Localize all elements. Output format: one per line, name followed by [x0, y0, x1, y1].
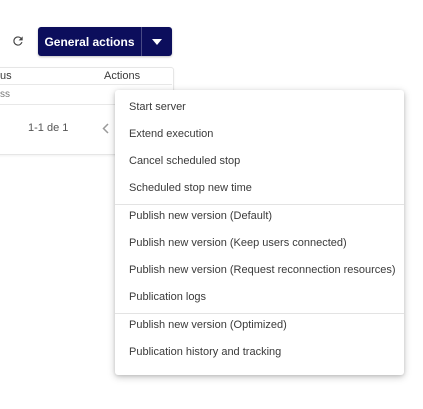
page: General actions us Actions ss 1-1 de 1 S…: [0, 0, 423, 409]
menu-item-publish-default[interactable]: Publish new version (Default): [115, 203, 404, 230]
general-actions-button[interactable]: General actions: [38, 27, 142, 56]
menu-item-publish-request-reconnection[interactable]: Publish new version (Request reconnectio…: [115, 257, 404, 284]
menu-item-publication-history[interactable]: Publication history and tracking: [115, 339, 404, 366]
menu-item-extend-execution[interactable]: Extend execution: [115, 121, 404, 148]
refresh-icon: [13, 36, 23, 46]
menu-item-publication-logs[interactable]: Publication logs: [115, 284, 404, 311]
caret-down-icon: [152, 38, 162, 45]
row-status-cell: ss: [0, 89, 10, 100]
menu-item-start-server[interactable]: Start server: [115, 94, 404, 121]
pagination-prev-button[interactable]: [100, 121, 110, 135]
header-divider: [0, 84, 172, 85]
menu-item-publish-optimized[interactable]: Publish new version (Optimized): [115, 312, 404, 339]
pagination-label: 1-1 de 1: [28, 122, 69, 134]
column-header-actions: Actions: [104, 70, 141, 82]
refresh-button[interactable]: [8, 31, 28, 51]
chevron-left-icon: [101, 122, 109, 134]
menu-item-scheduled-stop-new-time[interactable]: Scheduled stop new time: [115, 175, 404, 202]
general-actions-dropdown-toggle[interactable]: [142, 27, 172, 56]
menu-item-cancel-scheduled-stop[interactable]: Cancel scheduled stop: [115, 148, 404, 175]
general-actions-split-button: General actions: [38, 27, 172, 56]
column-header-status: us: [0, 70, 12, 82]
general-actions-menu: Start server Extend execution Cancel sch…: [115, 90, 404, 375]
menu-item-publish-keep-users[interactable]: Publish new version (Keep users connecte…: [115, 230, 404, 257]
